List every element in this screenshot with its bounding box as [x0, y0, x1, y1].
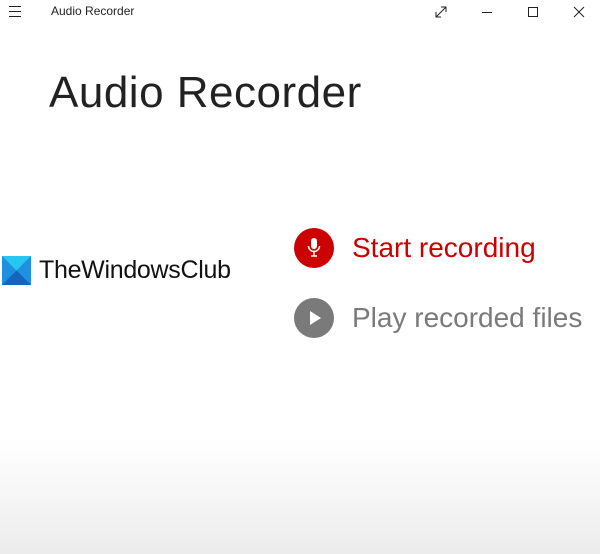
close-icon — [573, 6, 585, 18]
windows-logo-icon — [2, 256, 31, 285]
close-button[interactable] — [556, 0, 600, 24]
title-bar: Audio Recorder — [0, 0, 600, 24]
watermark-logo: TheWindowsClub — [2, 256, 231, 285]
minimize-icon — [482, 12, 492, 13]
fullscreen-icon — [435, 6, 447, 18]
play-recorded-files-button[interactable]: Play recorded files — [294, 298, 582, 338]
hamburger-menu-icon[interactable] — [9, 6, 21, 17]
window-title: Audio Recorder — [51, 4, 135, 18]
minimize-button[interactable] — [464, 0, 510, 24]
watermark-text: TheWindowsClub — [39, 256, 231, 284]
start-recording-label: Start recording — [352, 232, 536, 263]
maximize-icon — [528, 7, 538, 17]
fullscreen-button[interactable] — [418, 0, 464, 24]
microphone-icon — [294, 228, 334, 268]
start-recording-button[interactable]: Start recording — [294, 228, 536, 268]
play-icon — [294, 298, 334, 338]
maximize-button[interactable] — [510, 0, 556, 24]
page-title: Audio Recorder — [49, 68, 362, 117]
play-recorded-files-label: Play recorded files — [352, 302, 583, 333]
background-fade — [0, 440, 600, 554]
